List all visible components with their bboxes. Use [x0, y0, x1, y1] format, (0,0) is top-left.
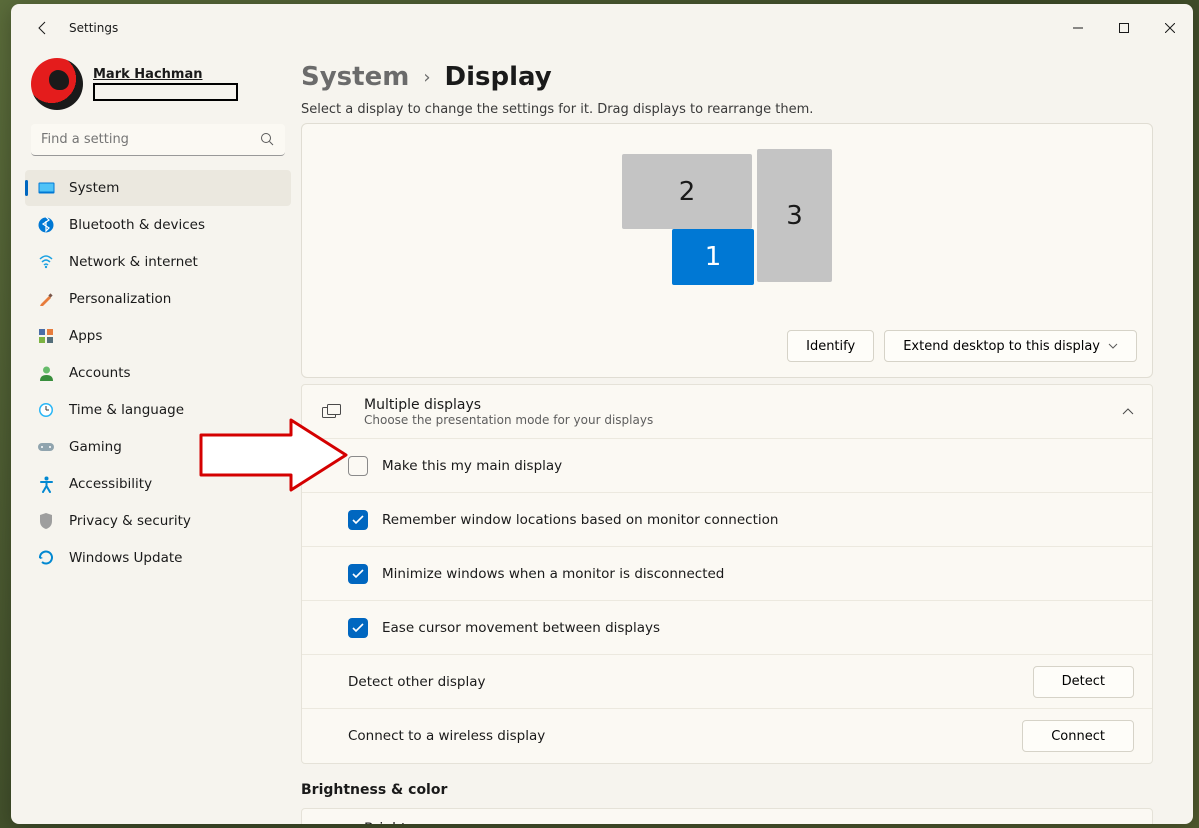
- nav-item-accessibility[interactable]: Accessibility: [25, 466, 291, 502]
- multiple-displays-header[interactable]: Multiple displays Choose the presentatio…: [302, 385, 1152, 439]
- chevron-up-icon: [1122, 408, 1134, 415]
- gaming-icon: [37, 438, 55, 456]
- personalization-icon: [37, 290, 55, 308]
- hint-text: Select a display to change the settings …: [301, 102, 1153, 117]
- monitor-1[interactable]: 1: [672, 229, 754, 285]
- checkbox-main-display[interactable]: [348, 456, 368, 476]
- brightness-section-title: Brightness & color: [301, 782, 1153, 798]
- nav-item-time[interactable]: Time & language: [25, 392, 291, 428]
- window-controls: [1055, 12, 1193, 44]
- display-arrangement[interactable]: 2 3 1 Identify Extend desktop to this di…: [301, 123, 1153, 378]
- checkbox-remember-locations[interactable]: [348, 510, 368, 530]
- nav-label: Gaming: [69, 439, 122, 455]
- nav-label: Time & language: [69, 402, 184, 418]
- back-button[interactable]: [27, 12, 59, 44]
- sidebar: Mark Hachman System Bluetooth & devices: [11, 52, 301, 824]
- nav-item-system[interactable]: System: [25, 170, 291, 206]
- nav-label: Accounts: [69, 365, 131, 381]
- main-content: System › Display Select a display to cha…: [301, 52, 1193, 824]
- identify-button[interactable]: Identify: [787, 330, 874, 362]
- checkbox-minimize-windows[interactable]: [348, 564, 368, 584]
- main-display-row[interactable]: Make this my main display: [302, 439, 1152, 493]
- multiple-displays-card: Multiple displays Choose the presentatio…: [301, 384, 1153, 764]
- profile[interactable]: Mark Hachman: [31, 58, 291, 110]
- bluetooth-icon: [37, 216, 55, 234]
- profile-name: Mark Hachman: [93, 67, 238, 82]
- breadcrumb: System › Display: [301, 62, 1153, 92]
- nav-item-accounts[interactable]: Accounts: [25, 355, 291, 391]
- profile-email-redacted: [93, 83, 238, 101]
- card-title: Multiple displays: [364, 397, 653, 413]
- close-button[interactable]: [1147, 12, 1193, 44]
- chevron-down-icon: [1108, 343, 1118, 349]
- chevron-right-icon: ›: [423, 67, 430, 88]
- minimize-button[interactable]: [1055, 12, 1101, 44]
- accounts-icon: [37, 364, 55, 382]
- minimize-windows-row[interactable]: Minimize windows when a monitor is disco…: [302, 547, 1152, 601]
- system-icon: [37, 179, 55, 197]
- monitor-3[interactable]: 3: [757, 149, 832, 282]
- nav-item-personalization[interactable]: Personalization: [25, 281, 291, 317]
- titlebar: Settings: [11, 4, 1193, 52]
- nav-item-gaming[interactable]: Gaming: [25, 429, 291, 465]
- monitor-2[interactable]: 2: [622, 154, 752, 229]
- remember-locations-row[interactable]: Remember window locations based on monit…: [302, 493, 1152, 547]
- settings-window: Settings Mark Hachman: [11, 4, 1193, 824]
- ease-cursor-row[interactable]: Ease cursor movement between displays: [302, 601, 1152, 655]
- nav-item-privacy[interactable]: Privacy & security: [25, 503, 291, 539]
- nav-item-network[interactable]: Network & internet: [25, 244, 291, 280]
- avatar: [31, 58, 83, 110]
- search-input[interactable]: [31, 124, 285, 156]
- maximize-button[interactable]: [1101, 12, 1147, 44]
- nav-label: Personalization: [69, 291, 171, 307]
- nav-label: Accessibility: [69, 476, 152, 492]
- page-title: Display: [445, 62, 552, 92]
- checkbox-ease-cursor[interactable]: [348, 618, 368, 638]
- wireless-display-row: Connect to a wireless display Connect: [302, 709, 1152, 763]
- nav-label: Privacy & security: [69, 513, 191, 529]
- update-icon: [37, 549, 55, 567]
- breadcrumb-parent[interactable]: System: [301, 62, 409, 92]
- accessibility-icon: [37, 475, 55, 493]
- brightness-row[interactable]: Brightness Adjust the brightness of the …: [302, 809, 1152, 824]
- network-icon: [37, 253, 55, 271]
- nav-label: Network & internet: [69, 254, 198, 270]
- nav-item-update[interactable]: Windows Update: [25, 540, 291, 576]
- detect-button[interactable]: Detect: [1033, 666, 1134, 698]
- apps-icon: [37, 327, 55, 345]
- nav-label: Bluetooth & devices: [69, 217, 205, 233]
- nav-label: Windows Update: [69, 550, 182, 566]
- nav-label: Apps: [69, 328, 102, 344]
- time-icon: [37, 401, 55, 419]
- card-subtitle: Choose the presentation mode for your di…: [364, 413, 653, 427]
- brightness-card: Brightness Adjust the brightness of the …: [301, 808, 1153, 824]
- nav-item-apps[interactable]: Apps: [25, 318, 291, 354]
- connect-button[interactable]: Connect: [1022, 720, 1134, 752]
- search-box[interactable]: [31, 124, 285, 156]
- multiple-displays-icon: [320, 404, 344, 420]
- extend-dropdown[interactable]: Extend desktop to this display: [884, 330, 1137, 362]
- window-title: Settings: [69, 21, 118, 35]
- privacy-icon: [37, 512, 55, 530]
- nav-list: System Bluetooth & devices Network & int…: [25, 170, 291, 576]
- nav-label: System: [69, 180, 119, 196]
- detect-display-row: Detect other display Detect: [302, 655, 1152, 709]
- nav-item-bluetooth[interactable]: Bluetooth & devices: [25, 207, 291, 243]
- search-icon: [260, 132, 275, 147]
